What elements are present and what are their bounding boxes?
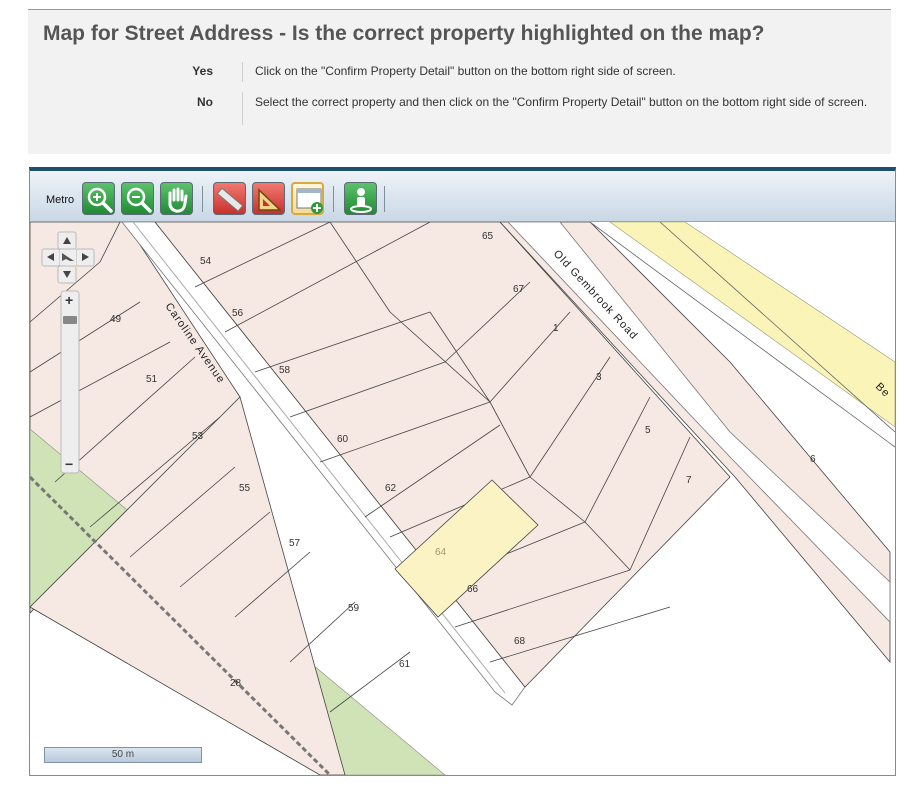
zoom-slider-handle[interactable]: [63, 316, 77, 324]
identify-button[interactable]: [344, 182, 377, 215]
map-canvas[interactable]: 65 54 67 49 56 1 51 58 3 53 60 5 6 7 55 …: [30, 221, 895, 775]
lot-number[interactable]: 55: [239, 483, 251, 494]
lot-number[interactable]: 60: [337, 434, 349, 445]
hand-icon: [168, 187, 188, 213]
toolbar-divider: [333, 186, 334, 212]
lot-number[interactable]: 7: [686, 475, 692, 486]
person-icon: [350, 188, 372, 213]
lot-number[interactable]: 65: [482, 231, 494, 242]
zoom-plus-button[interactable]: +: [65, 292, 73, 308]
map-toolbar: Metro: [30, 171, 895, 222]
zoom-in-icon: [87, 187, 113, 213]
instruction-panel: Map for Street Address - Is the correct …: [28, 9, 891, 154]
option-yes-text: Click on the "Confirm Property Detail" b…: [255, 64, 676, 78]
lot-number[interactable]: 57: [289, 538, 301, 549]
zoom-in-button[interactable]: [82, 182, 115, 215]
lot-number[interactable]: 54: [200, 256, 212, 267]
zoom-out-button[interactable]: [121, 182, 154, 215]
set-square-icon: [258, 188, 282, 211]
lot-number[interactable]: 6: [810, 454, 816, 465]
zoom-minus-button[interactable]: −: [65, 456, 73, 472]
toolbar-divider: [202, 186, 203, 212]
lot-number[interactable]: 56: [232, 308, 244, 319]
map-viewer: Metro 65 54 67 49 56 1 51 58 3 53 60 5 6…: [29, 167, 896, 776]
lot-number[interactable]: 51: [146, 374, 158, 385]
scale-bar: 50 m: [44, 747, 202, 763]
zoom-out-icon: [126, 187, 152, 213]
lot-number[interactable]: 1: [553, 323, 559, 334]
lot-number[interactable]: 5: [645, 425, 651, 436]
map-navigation-control: + −: [41, 231, 95, 474]
lot-number[interactable]: 66: [467, 584, 479, 595]
layer-label: Metro: [46, 194, 75, 206]
page-title: Map for Street Address - Is the correct …: [43, 22, 765, 45]
measure-distance-button[interactable]: [213, 182, 246, 215]
ruler-icon: [216, 187, 244, 212]
lot-number[interactable]: 59: [348, 603, 360, 614]
lot-number[interactable]: 58: [279, 365, 291, 376]
option-no-key: No: [197, 95, 213, 109]
lot-number[interactable]: 62: [385, 483, 397, 494]
divider: [242, 92, 243, 125]
lot-number[interactable]: 3: [596, 372, 602, 383]
lot-number[interactable]: 53: [192, 431, 204, 442]
measure-area-button[interactable]: [252, 182, 285, 215]
add-window-icon: [296, 188, 323, 214]
lot-number[interactable]: 68: [514, 636, 526, 647]
divider: [242, 62, 243, 82]
option-no-text: Select the correct property and then cli…: [255, 95, 868, 109]
lot-number[interactable]: 67: [513, 284, 525, 295]
lot-number[interactable]: 28: [230, 678, 242, 689]
option-yes-key: Yes: [192, 64, 213, 78]
add-window-button[interactable]: [291, 182, 324, 215]
pan-button[interactable]: [160, 182, 193, 215]
lot-number[interactable]: 64: [435, 547, 447, 558]
lot-number[interactable]: 61: [399, 659, 411, 670]
lot-number[interactable]: 49: [110, 314, 122, 325]
cadastral-map[interactable]: 65 54 67 49 56 1 51 58 3 53 60 5 6 7 55 …: [30, 221, 895, 775]
toolbar-divider: [384, 186, 385, 212]
